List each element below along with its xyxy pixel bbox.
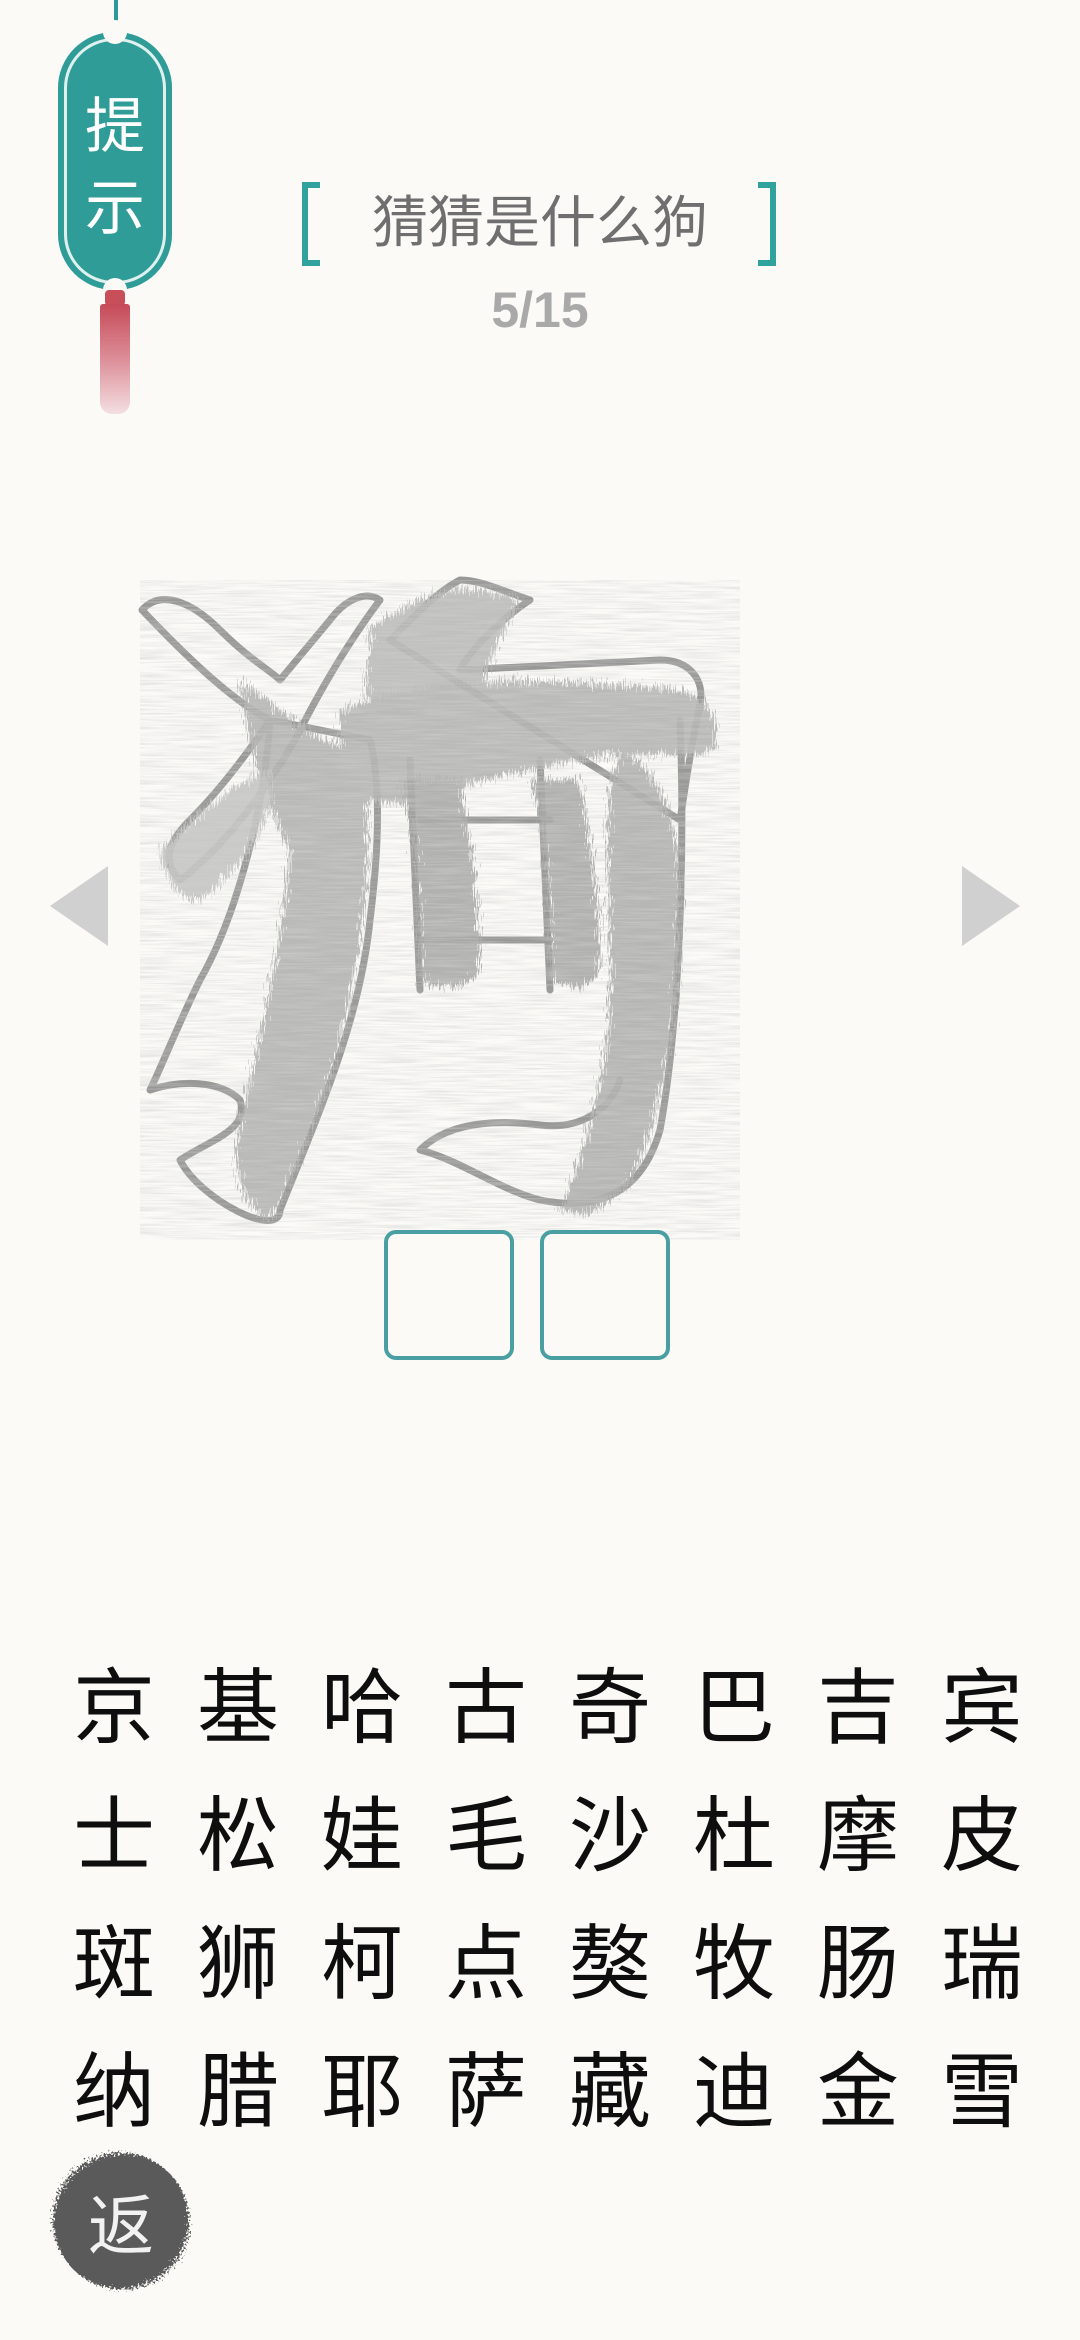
choice-char[interactable]: 狮 [176,1892,300,2020]
choice-char[interactable]: 柯 [300,1892,424,2020]
choice-char[interactable]: 肠 [796,1892,920,2020]
hint-label[interactable]: 提 示 [58,86,172,250]
choice-char[interactable]: 哈 [300,1636,424,1764]
next-arrow-icon[interactable] [962,866,1020,946]
choice-char[interactable]: 古 [424,1636,548,1764]
prev-arrow-icon[interactable] [50,866,108,946]
choice-char[interactable]: 京 [52,1636,176,1764]
choice-char[interactable]: 腊 [176,2020,300,2148]
character-choices-grid: 京 基 哈 古 奇 巴 吉 宾 士 松 娃 毛 沙 杜 摩 皮 斑 狮 柯 点 … [52,1636,1032,2148]
choice-char[interactable]: 巴 [672,1636,796,1764]
choice-char[interactable]: 金 [796,2020,920,2148]
choice-char[interactable]: 杜 [672,1764,796,1892]
tassel-icon [100,304,130,414]
choice-char[interactable]: 松 [176,1764,300,1892]
title-bracket-left [302,182,320,266]
choice-char[interactable]: 沙 [548,1764,672,1892]
choice-char[interactable]: 皮 [920,1764,1044,1892]
choice-char[interactable]: 牧 [672,1892,796,2020]
choice-char[interactable]: 摩 [796,1764,920,1892]
choice-char[interactable]: 宾 [920,1636,1044,1764]
choice-char[interactable]: 基 [176,1636,300,1764]
choice-char[interactable]: 斑 [52,1892,176,2020]
choice-char[interactable]: 耶 [300,2020,424,2148]
choice-char[interactable]: 点 [424,1892,548,2020]
choice-char[interactable]: 娃 [300,1764,424,1892]
choice-char[interactable]: 萨 [424,2020,548,2148]
back-button[interactable]: 返 [46,2148,196,2294]
choice-char[interactable]: 奇 [548,1636,672,1764]
answer-slot-2[interactable] [540,1230,670,1360]
choice-char[interactable]: 藏 [548,2020,672,2148]
choice-char[interactable]: 雪 [920,2020,1044,2148]
choice-char[interactable]: 毛 [424,1764,548,1892]
choice-char[interactable]: 吉 [796,1636,920,1764]
title-bracket-right [758,182,776,266]
fur-character-picture [120,520,920,1240]
answer-slot-1[interactable] [384,1230,514,1360]
choice-char[interactable]: 纳 [52,2020,176,2148]
puzzle-title: 猜猜是什么狗 [372,191,708,256]
hint-notch-top [103,20,127,44]
choice-char[interactable]: 獒 [548,1892,672,2020]
choice-char[interactable]: 迪 [672,2020,796,2148]
choice-char[interactable]: 瑞 [920,1892,1044,2020]
choice-char[interactable]: 士 [52,1764,176,1892]
progress-counter: 5/15 [491,282,589,338]
